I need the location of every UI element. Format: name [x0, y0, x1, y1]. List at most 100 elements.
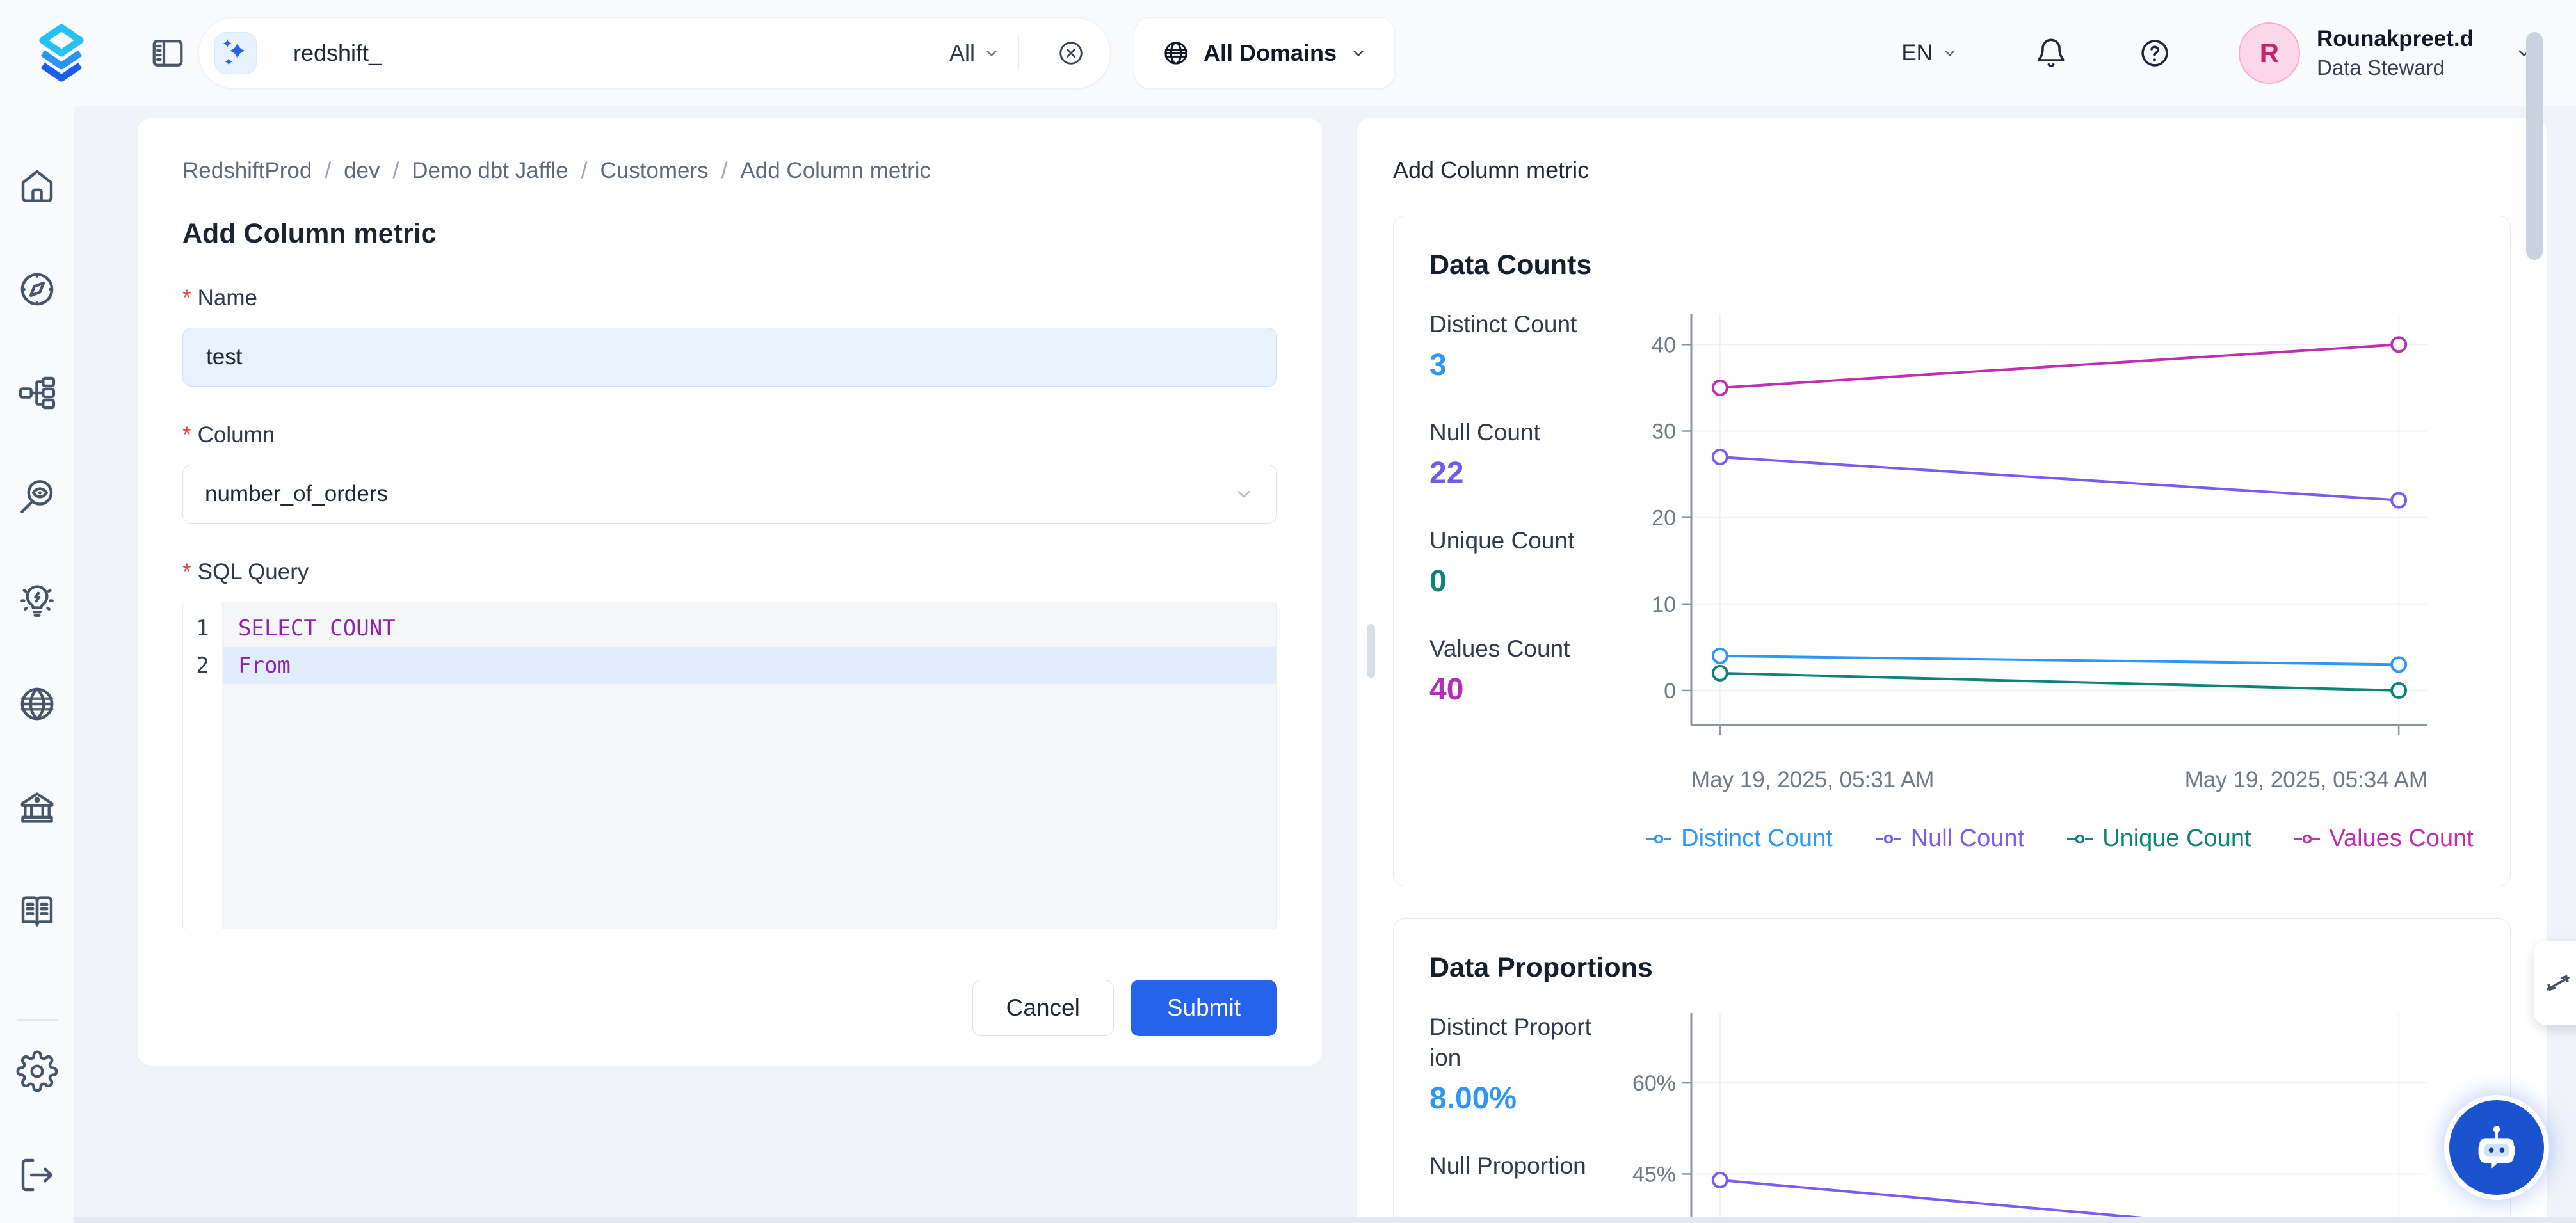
column-label-text: Column: [198, 422, 275, 448]
data-counts-metrics: Distinct Count3Null Count22Unique Count0…: [1429, 309, 1595, 852]
svg-text:0: 0: [1664, 679, 1676, 703]
legend-label: Unique Count: [2102, 825, 2251, 852]
clear-search-icon[interactable]: [1056, 38, 1086, 68]
code-line[interactable]: From: [223, 647, 1276, 684]
column-field-label: * Column: [182, 422, 1277, 448]
governance-icon: [16, 820, 58, 831]
horizontal-scrollbar-track[interactable]: [0, 1217, 2576, 1223]
form-title: Add Column metric: [182, 218, 1277, 250]
sidebar-item-governance[interactable]: [16, 787, 58, 829]
legend-label: Values Count: [2330, 825, 2474, 852]
breadcrumb-item[interactable]: RedshiftProd: [182, 158, 312, 184]
data-proportions-title: Data Proportions: [1429, 952, 2474, 984]
discover-icon: [16, 302, 58, 313]
breadcrumb-item[interactable]: Add Column metric: [740, 158, 931, 184]
trend-icon: [2543, 968, 2573, 998]
sidebar-item-discover[interactable]: [16, 268, 58, 310]
breadcrumb-item[interactable]: Demo dbt Jaffle: [412, 158, 568, 184]
data-counts-chart: 010203040 May 19, 2025, 05:31 AMMay 19, …: [1630, 309, 2474, 852]
chevron-down-icon: [983, 44, 1001, 62]
add-column-metric-form: RedshiftProd/dev/Demo dbt Jaffle/Custome…: [138, 118, 1322, 1066]
sidebar-item-web[interactable]: [16, 683, 58, 725]
sidebar-item-logout[interactable]: [16, 1154, 58, 1196]
topbar-right-cluster: EN R Rounakpreet.d Data Steward: [1901, 22, 2576, 84]
web-icon: [16, 717, 58, 728]
column-select-value: number_of_orders: [205, 481, 388, 507]
sidebar-item-settings[interactable]: [16, 1050, 58, 1092]
metrics-collapse-tab[interactable]: [2534, 941, 2576, 1025]
breadcrumb-item[interactable]: Customers: [600, 158, 708, 184]
all-domains-dropdown[interactable]: All Domains: [1134, 17, 1395, 89]
help-icon[interactable]: [2137, 36, 2172, 70]
editor-code-area[interactable]: SELECT COUNTFrom: [223, 602, 1276, 929]
code-line[interactable]: SELECT COUNT: [223, 610, 1276, 647]
sidebar-item-insights[interactable]: [16, 579, 58, 621]
legend-label: Distinct Count: [1681, 825, 1833, 852]
global-search[interactable]: redshift_ All: [198, 17, 1111, 89]
legend-item[interactable]: Distinct Count: [1645, 825, 1833, 852]
ai-sparkle-icon[interactable]: [214, 32, 257, 74]
name-input[interactable]: test: [182, 328, 1277, 387]
metric-item: Unique Count0: [1429, 525, 1595, 599]
sidebar-toggle-icon[interactable]: [149, 34, 187, 72]
panel-title: Add Column metric: [1357, 118, 2547, 184]
metric-item: Distinct Proportion8.00%: [1429, 1012, 1595, 1116]
x-axis-label: May 19, 2025, 05:34 AM: [2185, 767, 2427, 793]
metrics-preview-panel: Add Column metric Data Counts Distinct C…: [1357, 118, 2547, 1223]
all-domains-label: All Domains: [1203, 40, 1337, 67]
legend-item[interactable]: Null Count: [1875, 825, 2024, 852]
submit-button[interactable]: Submit: [1131, 980, 1277, 1036]
data-proportions-metrics: Distinct Proportion8.00% Null Proportion: [1429, 1012, 1595, 1223]
breadcrumb-separator: /: [325, 158, 331, 184]
legend-item[interactable]: Values Count: [2294, 825, 2474, 852]
search-input[interactable]: redshift_: [293, 40, 949, 67]
select-chevron-icon: [1233, 483, 1255, 505]
notifications-bell-icon[interactable]: [2034, 36, 2068, 70]
line-number: 1: [183, 610, 222, 647]
user-name: Rounakpreet.d: [2317, 26, 2474, 52]
line-chart: 010203040: [1630, 309, 2427, 757]
metric-label: Null Proportion: [1429, 1151, 1595, 1181]
panel-resize-handle[interactable]: [1367, 624, 1375, 678]
column-select[interactable]: number_of_orders: [182, 465, 1277, 524]
user-menu[interactable]: Rounakpreet.d Data Steward: [2317, 26, 2474, 80]
settings-icon: [16, 1084, 58, 1095]
sidebar-item-home[interactable]: [16, 164, 58, 207]
panel-scrollbar-thumb[interactable]: [2526, 32, 2543, 260]
sql-field-label: * SQL Query: [182, 559, 1277, 585]
legend-marker-icon: [1875, 833, 1902, 845]
required-mark: *: [182, 422, 191, 448]
sql-query-editor[interactable]: 12 SELECT COUNTFrom: [182, 602, 1277, 929]
chatbot-button[interactable]: [2449, 1100, 2544, 1195]
svg-text:10: 10: [1652, 593, 1676, 617]
metric-label: Null Count: [1429, 417, 1595, 448]
home-icon: [16, 198, 58, 209]
robot-icon: [2467, 1118, 2526, 1177]
svg-text:60%: 60%: [1632, 1071, 1676, 1096]
legend-marker-icon: [2066, 833, 2093, 845]
sidebar-item-observability[interactable]: [16, 476, 58, 518]
top-bar: redshift_ All All Domains EN R Rounakpre…: [0, 0, 2576, 106]
metric-item: Null Proportion: [1429, 1151, 1595, 1181]
app-logo[interactable]: [29, 24, 93, 83]
legend-label: Null Count: [1911, 825, 2024, 852]
sidebar-item-lineage[interactable]: [16, 372, 58, 414]
data-proportions-chart: 30%45%60%: [1630, 1012, 2474, 1223]
breadcrumb-item[interactable]: dev: [344, 158, 380, 184]
metric-label: Distinct Proportion: [1429, 1012, 1595, 1073]
metric-value: 0: [1429, 564, 1595, 599]
cancel-button[interactable]: Cancel: [972, 980, 1114, 1036]
line-number: 2: [183, 647, 222, 684]
required-mark: *: [182, 285, 191, 311]
sidebar-item-glossary[interactable]: [16, 890, 58, 932]
user-avatar[interactable]: R: [2239, 22, 2300, 84]
observability-icon: [16, 509, 58, 520]
legend-item[interactable]: Unique Count: [2066, 825, 2251, 852]
language-dropdown[interactable]: EN: [1901, 40, 1958, 66]
search-scope-dropdown[interactable]: All: [949, 40, 1001, 67]
svg-text:30: 30: [1652, 419, 1676, 444]
main-content: RedshiftProd/dev/Demo dbt Jaffle/Custome…: [74, 106, 2576, 1223]
metric-label: Distinct Count: [1429, 309, 1595, 340]
chart-legend: Distinct CountNull CountUnique CountValu…: [1691, 825, 2427, 852]
svg-text:20: 20: [1652, 506, 1676, 531]
